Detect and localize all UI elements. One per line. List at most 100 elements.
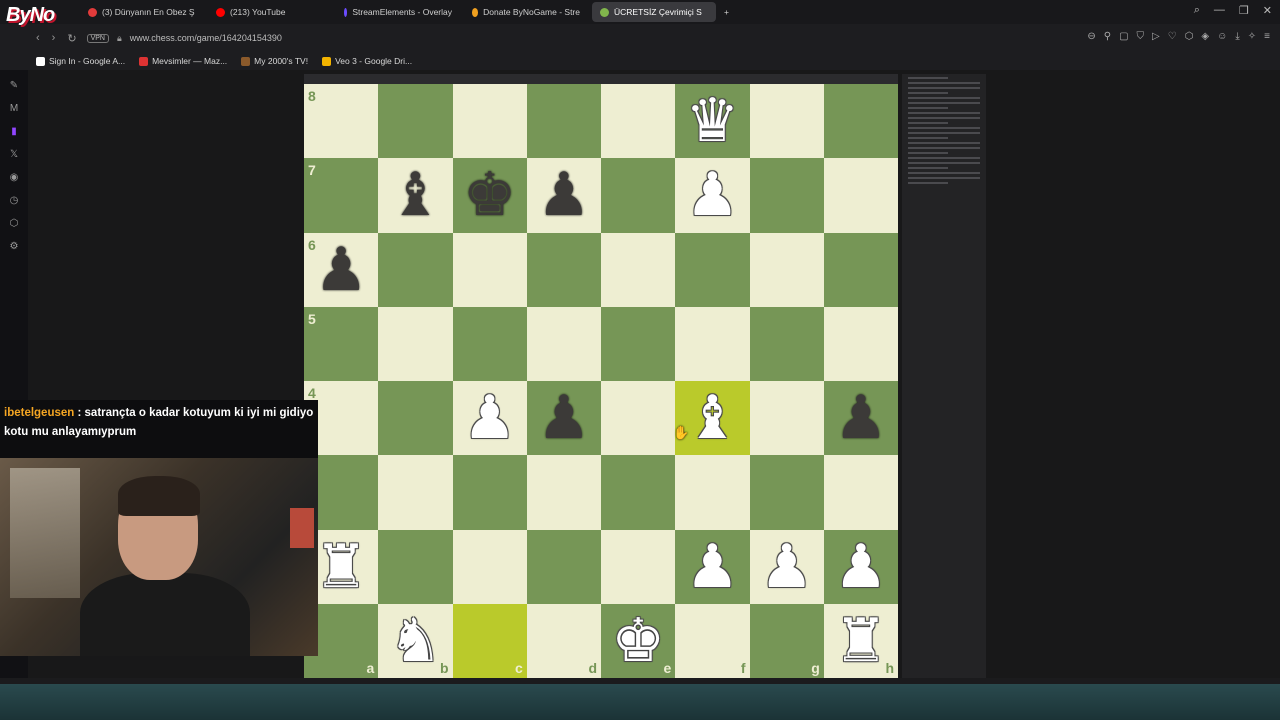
square-h6[interactable] bbox=[823, 232, 898, 307]
white-rook-icon[interactable]: ♜ bbox=[834, 611, 888, 671]
square-a6[interactable]: 6 ♟ bbox=[304, 232, 379, 307]
square-d2[interactable] bbox=[526, 529, 601, 604]
square-g8[interactable] bbox=[749, 84, 824, 159]
square-e6[interactable] bbox=[601, 232, 676, 307]
square-e5[interactable] bbox=[601, 306, 676, 381]
heart-icon[interactable]: ♡ bbox=[1168, 31, 1177, 42]
white-bishop-icon[interactable]: ♝ bbox=[685, 388, 739, 448]
square-c4[interactable]: ♟ bbox=[452, 381, 527, 456]
history-icon[interactable]: ◷ bbox=[10, 195, 19, 206]
player-icon[interactable]: ◉ bbox=[10, 172, 19, 183]
square-h2[interactable]: ♟ bbox=[823, 529, 898, 604]
square-h4[interactable]: ♟ bbox=[823, 381, 898, 456]
white-pawn-icon[interactable]: ♟ bbox=[685, 165, 739, 225]
white-rook-icon[interactable]: ♜ bbox=[314, 537, 368, 597]
square-b7[interactable]: ♝ bbox=[378, 158, 453, 233]
square-a5[interactable]: 5 bbox=[304, 306, 379, 381]
square-d1[interactable]: d bbox=[526, 603, 601, 678]
play-icon[interactable]: ▷ bbox=[1152, 31, 1160, 42]
bookmark-item[interactable]: Veo 3 - Google Dri... bbox=[322, 56, 412, 66]
square-d4[interactable]: ♟ bbox=[526, 381, 601, 456]
white-pawn-icon[interactable]: ♟ bbox=[760, 537, 814, 597]
black-pawn-icon[interactable]: ♟ bbox=[314, 240, 368, 300]
square-c7[interactable]: ♚ bbox=[452, 158, 527, 233]
bookmark-item[interactable]: Sign In - Google A... bbox=[36, 56, 125, 66]
white-king-icon[interactable]: ♚ bbox=[611, 611, 665, 671]
square-e8[interactable] bbox=[601, 84, 676, 159]
browser-tab[interactable]: (3) Dünyanın En Obez Ş bbox=[80, 2, 204, 22]
square-d3[interactable] bbox=[526, 455, 601, 530]
square-e4[interactable] bbox=[601, 381, 676, 456]
square-b8[interactable] bbox=[378, 84, 453, 159]
black-pawn-icon[interactable]: ♟ bbox=[537, 388, 591, 448]
square-b6[interactable] bbox=[378, 232, 453, 307]
ai-icon[interactable]: ✧ bbox=[1248, 31, 1256, 42]
settings-icon[interactable]: ⚙ bbox=[10, 241, 19, 252]
maximize-icon[interactable]: ❐ bbox=[1239, 4, 1249, 17]
square-g6[interactable] bbox=[749, 232, 824, 307]
square-g5[interactable] bbox=[749, 306, 824, 381]
download-icon[interactable]: ⤓ bbox=[1235, 31, 1239, 42]
square-h3[interactable] bbox=[823, 455, 898, 530]
browser-tab[interactable]: Donate ByNoGame - Stre bbox=[464, 2, 588, 22]
new-tab-button[interactable]: + bbox=[716, 2, 737, 22]
square-g7[interactable] bbox=[749, 158, 824, 233]
white-pawn-icon[interactable]: ♟ bbox=[685, 537, 739, 597]
square-f6[interactable] bbox=[675, 232, 750, 307]
square-b4[interactable] bbox=[378, 381, 453, 456]
square-c1[interactable]: c bbox=[452, 603, 527, 678]
square-b5[interactable] bbox=[378, 306, 453, 381]
search-icon[interactable]: ⌕ bbox=[1194, 4, 1200, 17]
snapshot-icon[interactable]: ▢ bbox=[1119, 31, 1128, 42]
square-b1[interactable]: b ♞ bbox=[378, 603, 453, 678]
square-g1[interactable]: g bbox=[749, 603, 824, 678]
square-f8[interactable]: ♛ bbox=[675, 84, 750, 159]
bookmark-item[interactable]: Mevsimler — Maz... bbox=[139, 56, 227, 66]
square-f2[interactable]: ♟ bbox=[675, 529, 750, 604]
messenger-icon[interactable]: M bbox=[10, 103, 18, 114]
bookmark-item[interactable]: My 2000's TV! bbox=[241, 56, 308, 66]
square-b2[interactable] bbox=[378, 529, 453, 604]
square-h7[interactable] bbox=[823, 158, 898, 233]
flow-icon[interactable]: ✎ bbox=[10, 80, 18, 91]
extensions-icon[interactable]: ⬡ bbox=[1185, 31, 1194, 42]
twitch-icon[interactable]: ▮ bbox=[11, 126, 17, 137]
square-a8[interactable]: 8 bbox=[304, 84, 379, 159]
square-f4[interactable]: ♝ bbox=[675, 381, 750, 456]
square-f7[interactable]: ♟ bbox=[675, 158, 750, 233]
square-c5[interactable] bbox=[452, 306, 527, 381]
black-bishop-icon[interactable]: ♝ bbox=[388, 165, 442, 225]
white-queen-icon[interactable]: ♛ bbox=[685, 91, 739, 151]
square-e2[interactable] bbox=[601, 529, 676, 604]
chess-board[interactable]: 8♛7♝♚♟♟6♟54♟♟♝♟32♜♟♟♟1ab♞cde♚fgh♜ bbox=[304, 84, 898, 678]
square-f3[interactable] bbox=[675, 455, 750, 530]
square-g3[interactable] bbox=[749, 455, 824, 530]
square-f5[interactable] bbox=[675, 306, 750, 381]
square-c6[interactable] bbox=[452, 232, 527, 307]
square-h1[interactable]: h ♜ bbox=[823, 603, 898, 678]
extensions-sidebar-icon[interactable]: ⬡ bbox=[10, 218, 19, 229]
shield-icon[interactable]: ⛉ bbox=[1137, 31, 1145, 42]
black-king-icon[interactable]: ♚ bbox=[463, 165, 517, 225]
white-pawn-icon[interactable]: ♟ bbox=[834, 537, 888, 597]
wallet-icon[interactable]: ◈ bbox=[1201, 31, 1209, 42]
white-pawn-icon[interactable]: ♟ bbox=[463, 388, 517, 448]
browser-tab[interactable]: ÜCRETSİZ Çevrimiçi S bbox=[592, 2, 716, 22]
url-field[interactable]: www.chess.com/game/164204154390 bbox=[130, 33, 282, 43]
square-d5[interactable] bbox=[526, 306, 601, 381]
square-e1[interactable]: e ♚ bbox=[601, 603, 676, 678]
square-g2[interactable]: ♟ bbox=[749, 529, 824, 604]
black-pawn-icon[interactable]: ♟ bbox=[834, 388, 888, 448]
x-icon[interactable]: 𝕏 bbox=[10, 149, 18, 160]
browser-tab[interactable]: (213) YouTube bbox=[208, 2, 332, 22]
square-a7[interactable]: 7 bbox=[304, 158, 379, 233]
square-g4[interactable] bbox=[749, 381, 824, 456]
white-knight-icon[interactable]: ♞ bbox=[388, 611, 442, 671]
browser-tab[interactable]: StreamElements - Overlay bbox=[336, 2, 460, 22]
back-icon[interactable]: ‹ bbox=[36, 32, 40, 44]
square-b3[interactable] bbox=[378, 455, 453, 530]
zoom-icon[interactable]: ⊖ bbox=[1087, 31, 1095, 42]
square-c2[interactable] bbox=[452, 529, 527, 604]
square-d8[interactable] bbox=[526, 84, 601, 159]
profile-icon[interactable]: ☺ bbox=[1217, 31, 1227, 42]
